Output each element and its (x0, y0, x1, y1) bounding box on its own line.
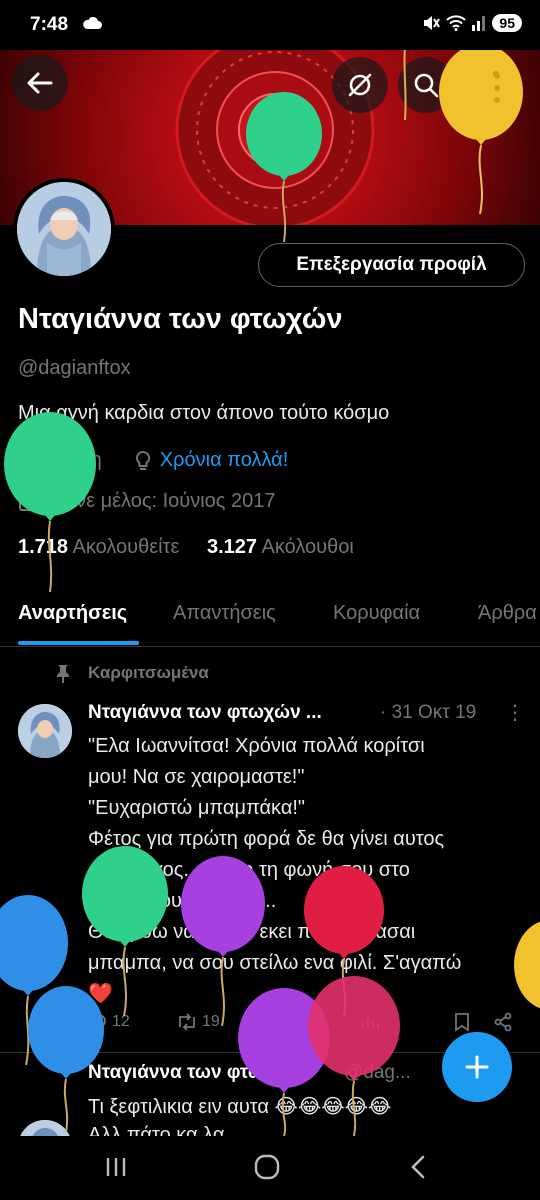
battery-indicator: 95 (492, 14, 522, 32)
tweet-text-line: "Ευχαριστώ μπαμπάκα!" (88, 797, 306, 819)
like-button[interactable] (270, 1012, 290, 1032)
followers-link[interactable]: 3.127 Ακόλουθοι (207, 536, 354, 558)
signal-icon (472, 16, 486, 31)
tweet-more-icon[interactable]: ⋮ (505, 700, 525, 725)
retweet-count: 19 (202, 1013, 220, 1030)
tweet-author-avatar[interactable] (18, 704, 72, 758)
profile-location: Εκάλη (46, 449, 102, 471)
reply-count: 12 (112, 1013, 130, 1030)
tab-articles[interactable]: Άρθρα (478, 602, 537, 625)
tweet-text-line: "Ελα Ιωαννίτσα! Χρόνια πολλά κορίτσι (88, 735, 425, 757)
recent-apps-icon[interactable] (104, 1156, 128, 1178)
profile-joined-row: Έγινε μέλος: Ιούνιος 2017 (18, 490, 275, 513)
back-button[interactable] (12, 55, 68, 111)
status-icons: 95 (422, 14, 522, 32)
profile-tabs: Αναρτήσεις Απαντήσεις Κορυφαία Άρθρα (0, 590, 540, 647)
pin-icon (57, 665, 69, 683)
following-count: 1.718 (18, 536, 69, 558)
tweet-text-line: μου! Να σε χαιρομαστε!" (88, 766, 305, 788)
retweet-icon (179, 1013, 195, 1031)
profile-handle: @dagianftox (18, 357, 131, 379)
following-label: Ακολουθείτε (72, 536, 180, 558)
pinned-label: Καρφιτσωμένα (88, 663, 209, 682)
bookmark-icon (455, 1013, 469, 1032)
share-icon (494, 1012, 512, 1032)
hide-button[interactable] (332, 57, 388, 113)
edit-profile-button[interactable]: Επεξεργασία προφίλ (258, 243, 525, 287)
active-tab-indicator (18, 641, 139, 645)
followers-label: Ακόλουθοι (261, 536, 354, 558)
search-button[interactable] (398, 57, 454, 113)
tweet-text: "Ελα Ιωαννίτσα! Χρόνια πολλά κορίτσι μου!… (88, 731, 528, 1010)
like-icon (272, 1015, 288, 1031)
follow-counts: 1.718 Ακολουθείτε 3.127 Ακόλουθοι (18, 536, 354, 559)
avatar-image (17, 182, 111, 276)
reply-button[interactable]: 12 (88, 1012, 130, 1032)
tweet-author-handle[interactable]: @dag... (344, 1062, 411, 1084)
back-nav-icon[interactable] (408, 1154, 428, 1180)
tweet-text-line: ❤️ (88, 983, 113, 1005)
bulb-icon (135, 450, 150, 470)
share-button[interactable] (493, 1012, 513, 1032)
tab-replies[interactable]: Απαντήσεις (173, 602, 276, 625)
profile-meta-row: Εκάλη Χρόνια πολλά! (18, 449, 288, 472)
tweet-text-line: μυαλό μου συνεχεια.. (88, 890, 277, 912)
profile-avatar[interactable] (13, 178, 115, 280)
tweet-author-name[interactable]: Νταγιάννα των φτωχών ... (88, 702, 322, 724)
tab-posts[interactable]: Αναρτήσεις (18, 602, 127, 625)
profile-joined-date: Έγινε μέλος: Ιούνιος 2017 (46, 490, 276, 512)
home-icon[interactable] (254, 1154, 280, 1180)
calendar-icon (19, 493, 37, 511)
profile-bio: Μια αγνή καρδια στον άπονο τούτο κόσμο (18, 402, 390, 424)
status-time: 7:48 (30, 14, 69, 35)
wifi-icon (446, 15, 467, 31)
views-icon (362, 1016, 379, 1030)
tab-highlights[interactable]: Κορυφαία (333, 602, 420, 625)
profile-website-link[interactable]: Χρόνια πολλά! (160, 449, 288, 472)
tweet-text-line: ο διαλογος. φέρνω τη φωνή σου στο (88, 859, 410, 881)
tweet-text-continued: Αλλ πάτο κα λα (88, 1124, 225, 1136)
profile-display-name: Νταγιάννα των φτωχών (18, 303, 343, 335)
status-bar: 7:48 95 (0, 0, 540, 50)
balloon-blue (0, 895, 68, 1065)
bookmark-button[interactable] (453, 1012, 471, 1032)
plus-icon (465, 1055, 489, 1079)
compose-post-button[interactable] (442, 1032, 512, 1102)
reply-icon (89, 1014, 106, 1032)
tweet-text: Τι ξεφτιλικια ειν αυτα 😂😂😂😂😂 (88, 1096, 392, 1118)
location-icon (19, 450, 37, 471)
system-nav-bar (0, 1136, 540, 1200)
eye-off-icon (348, 73, 372, 97)
back-arrow-icon (27, 72, 53, 94)
tweet-text-line: μπαμπα, να σου στείλω ενα φιλί. Σ'αγαπώ (88, 952, 462, 974)
tweet-text-line: Θα ερθω να σε δω εκει που κοιμασαι (88, 921, 416, 943)
following-link[interactable]: 1.718 Ακολουθείτε (18, 536, 179, 558)
tweet-author-name[interactable]: Νταγιάννα των φτωχών (88, 1062, 301, 1084)
retweet-button[interactable]: 19 (176, 1012, 220, 1032)
followers-count: 3.127 (206, 536, 258, 558)
views-button[interactable] (360, 1012, 380, 1032)
search-icon (414, 73, 439, 98)
cloud-icon (83, 17, 102, 29)
mute-icon (424, 16, 441, 30)
tweet-text-line: Φέτος για πρώτη φορά δε θα γίνει αυτος (88, 828, 445, 850)
tweet-date[interactable]: · 31 Οκτ 19 (380, 702, 476, 724)
